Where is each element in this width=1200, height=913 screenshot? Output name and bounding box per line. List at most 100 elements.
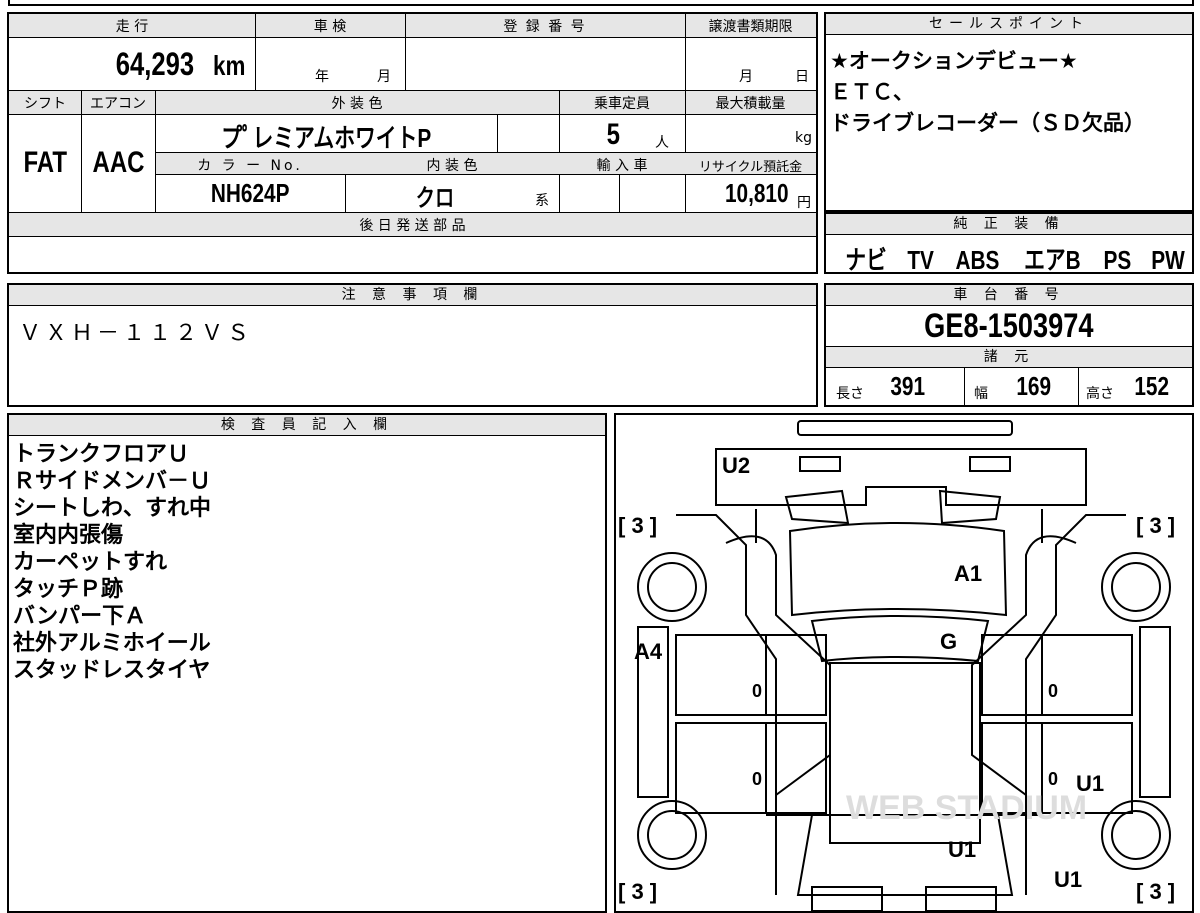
mark-rear-bumper: U2 — [722, 453, 750, 478]
inspector-note: Ｒサイドメンバ－Ｕ — [13, 469, 212, 494]
rear-lamp-right — [938, 489, 1002, 525]
height-label: 高さ — [1086, 386, 1114, 402]
interior-color-suffix: 系 — [535, 193, 549, 209]
mark-front-bumper-right: U1 — [1054, 867, 1082, 892]
mark-rear-glass: G — [940, 629, 957, 654]
max-payload-label: 最大積載量 — [715, 96, 786, 112]
inspector-note: 室内内張傷 — [13, 523, 124, 548]
sales-points-list: ★オークションデビュー★ ＥＴＣ、 ドライブレコーダー（ＳＤ欠品） — [830, 46, 1145, 139]
shift-label: シフト — [24, 96, 66, 112]
top-strip — [8, 0, 1194, 6]
ac-value: AAC — [92, 146, 144, 179]
spoiler-shape — [797, 420, 1013, 436]
rear-bumper-shape — [715, 448, 1087, 506]
color-number-value: NH624P — [210, 178, 290, 208]
sales-points-panel: セールスポイント ★オークションデビュー★ ＥＴＣ、 ドライブレコーダー（ＳＤ欠… — [824, 12, 1194, 212]
interior-color-label: 内 装 色 — [426, 158, 478, 174]
registration-label: 登 録 番 号 — [503, 19, 587, 35]
color-number-label: カ ラ ー No. — [197, 158, 303, 174]
inspector-note: トランクフロアＵ — [13, 442, 190, 467]
equipment-item: ABS — [955, 245, 1000, 275]
shaken-label: 車 検 — [313, 19, 347, 35]
equipment-item: エアB — [1024, 245, 1081, 275]
equipment-item: ナビ — [845, 245, 887, 275]
inspector-note: シートしわ、すれ中 — [13, 496, 212, 521]
left-front-door — [675, 722, 827, 814]
length-value: 391 — [890, 371, 926, 401]
later-parts-label: 後 日 発 送 部 品 — [359, 218, 466, 234]
rear-lamp-left — [784, 489, 850, 525]
inspector-notes-panel: 検 査 員 記 入 欄 トランクフロアＵ Ｒサイドメンバ－Ｕ シートしわ、すれ中… — [7, 413, 607, 913]
width-label: 幅 — [974, 386, 988, 402]
mark-left-rear-door-value: 0 — [752, 681, 762, 701]
shaken-month: 月 — [377, 69, 391, 85]
chassis-number-value: GE8-1503974 — [924, 307, 1094, 345]
right-rear-door — [981, 634, 1133, 716]
mark-hatch: A1 — [954, 561, 982, 586]
exterior-color-label: 外 装 色 — [331, 96, 383, 112]
equipment-item: TV — [907, 245, 935, 275]
right-quarter-strip — [1139, 626, 1171, 798]
mileage-value: 64,293 km — [115, 46, 245, 82]
seating-capacity-label: 乗車定員 — [594, 96, 650, 112]
mileage-label: 走 行 — [115, 19, 149, 35]
recycle-deposit-label: リサイクル預託金 — [698, 160, 803, 175]
recycle-deposit-value: 10,810 — [725, 178, 790, 208]
equipment-item: PS — [1103, 245, 1132, 275]
tire-tread-rear-left: [ 3 ] — [618, 513, 657, 538]
seating-capacity-unit: 人 — [655, 135, 669, 151]
equipment-item: PW — [1151, 245, 1185, 275]
shaken-year: 年 — [315, 69, 329, 85]
interior-color-value: クロ — [415, 185, 455, 212]
transfer-deadline-label: 譲渡書類期限 — [708, 19, 793, 35]
inspector-note: タッチＰ跡 — [13, 577, 124, 602]
height-value: 152 — [1134, 371, 1170, 401]
inspector-note: 社外アルミホイール — [13, 631, 211, 656]
mark-right-front-door-value: 0 — [1048, 769, 1058, 789]
chassis-number-label: 車 台 番 号 — [826, 285, 1192, 306]
rear-light-right — [969, 456, 1011, 472]
sales-point-line: ★オークションデビュー★ — [830, 49, 1078, 73]
transfer-month: 月 — [739, 69, 753, 85]
watermark: WEB STADIUM — [846, 789, 1087, 827]
caution-text: ＶＸＨ－１１２ＶＳ — [19, 321, 254, 346]
dimensions-label: 諸 元 — [826, 347, 1192, 368]
mark-hood: U1 — [948, 837, 976, 862]
car-outline-svg: U2 A1 G A4 U1 U1 U1 0 0 0 0 [ 3 ] [ 3 ] … — [618, 420, 1175, 911]
inspector-note: バンパー下Ａ — [13, 604, 147, 629]
tire-tread-front-right: [ 3 ] — [1136, 879, 1175, 904]
tire-tread-front-left: [ 3 ] — [618, 879, 657, 904]
caution-panel: 注 意 事 項 欄 ＶＸＨ－１１２ＶＳ — [7, 283, 818, 407]
recycle-deposit-unit: 円 — [797, 195, 811, 211]
inspector-notes-list: トランクフロアＵ Ｒサイドメンバ－Ｕ シートしわ、すれ中 室内内張傷 カーペット… — [13, 441, 211, 684]
transfer-day: 日 — [795, 69, 809, 85]
exterior-color-value: プﾟレミアムホワイトP — [220, 123, 432, 153]
mark-right-rear-door-value: 0 — [1048, 681, 1058, 701]
length-label: 長さ — [836, 386, 864, 402]
vehicle-spec-panel: 走 行 車 検 登 録 番 号 譲渡書類期限 64,293 km 年 月 月 日… — [7, 12, 818, 274]
equipment-label: 純 正 装 備 — [826, 214, 1192, 235]
inspector-note: カーペットすれ — [13, 550, 168, 575]
inspector-note: スタッドレスタイヤ — [13, 658, 211, 683]
tire-tread-rear-right: [ 3 ] — [1136, 513, 1175, 538]
max-payload-unit: kg — [795, 130, 812, 146]
ac-label: エアコン — [90, 96, 146, 112]
caution-label: 注 意 事 項 欄 — [9, 285, 816, 306]
sales-point-line: ＥＴＣ、 — [830, 80, 914, 104]
chassis-panel: 車 台 番 号 GE8-1503974 諸 元 長さ 391 幅 169 高さ … — [824, 283, 1194, 407]
seating-capacity-value: 5 — [606, 118, 621, 151]
mark-left-quarter: A4 — [634, 639, 663, 664]
left-rear-door — [675, 634, 827, 716]
inspector-notes-label: 検 査 員 記 入 欄 — [9, 415, 605, 436]
width-value: 169 — [1016, 371, 1052, 401]
shift-value: FAT — [23, 146, 67, 179]
rear-glass-shape — [810, 615, 990, 663]
equipment-list: ナビ TV ABS エアB PS PW — [840, 240, 1189, 277]
sales-points-label: セールスポイント — [826, 14, 1192, 35]
genuine-equipment-panel: 純 正 装 備 ナビ TV ABS エアB PS PW — [824, 212, 1194, 277]
mark-left-front-door-value: 0 — [752, 769, 762, 789]
car-condition-diagram: U2 A1 G A4 U1 U1 U1 0 0 0 0 [ 3 ] [ 3 ] … — [614, 413, 1194, 913]
imported-car-label: 輸 入 車 — [596, 158, 648, 174]
rear-light-left — [799, 456, 841, 472]
sales-point-line: ドライブレコーダー（ＳＤ欠品） — [830, 111, 1145, 135]
